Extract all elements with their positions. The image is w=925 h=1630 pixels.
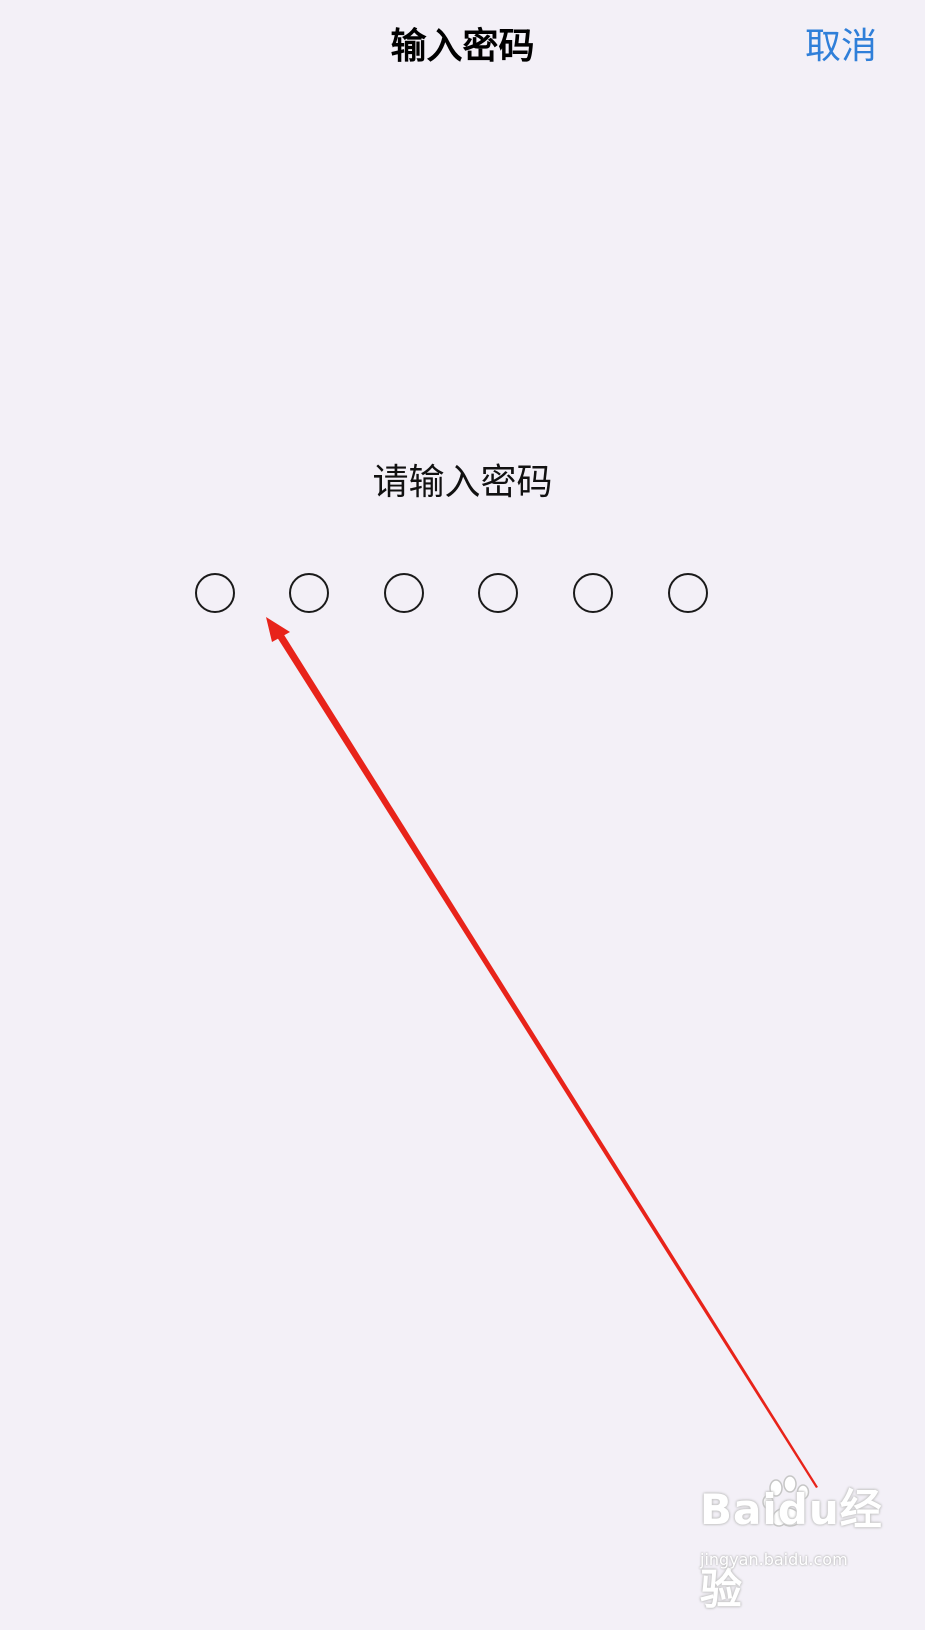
paw-icon bbox=[762, 1475, 810, 1527]
passcode-dot-2 bbox=[289, 573, 329, 613]
password-prompt: 请输入密码 bbox=[372, 462, 553, 503]
page-title: 输入密码 bbox=[390, 26, 535, 67]
watermark: Baidu经验 jingyan.baidu.com bbox=[700, 1470, 900, 1614]
passcode-dot-6 bbox=[668, 573, 708, 613]
passcode-input[interactable] bbox=[0, 573, 925, 619]
passcode-dot-1 bbox=[195, 573, 235, 613]
arrow-head bbox=[266, 617, 290, 642]
navigation-bar: 输入密码 取消 bbox=[0, 0, 925, 100]
watermark-url: jingyan.baidu.com bbox=[700, 1550, 848, 1569]
passcode-dot-3 bbox=[384, 573, 424, 613]
arrow-shaft bbox=[275, 630, 818, 1488]
passcode-dot-4 bbox=[478, 573, 518, 613]
passcode-dot-5 bbox=[573, 573, 613, 613]
watermark-brand: Baidu经验 bbox=[700, 1485, 883, 1614]
annotation-arrow bbox=[266, 617, 818, 1488]
cancel-button[interactable]: 取消 bbox=[805, 22, 877, 72]
